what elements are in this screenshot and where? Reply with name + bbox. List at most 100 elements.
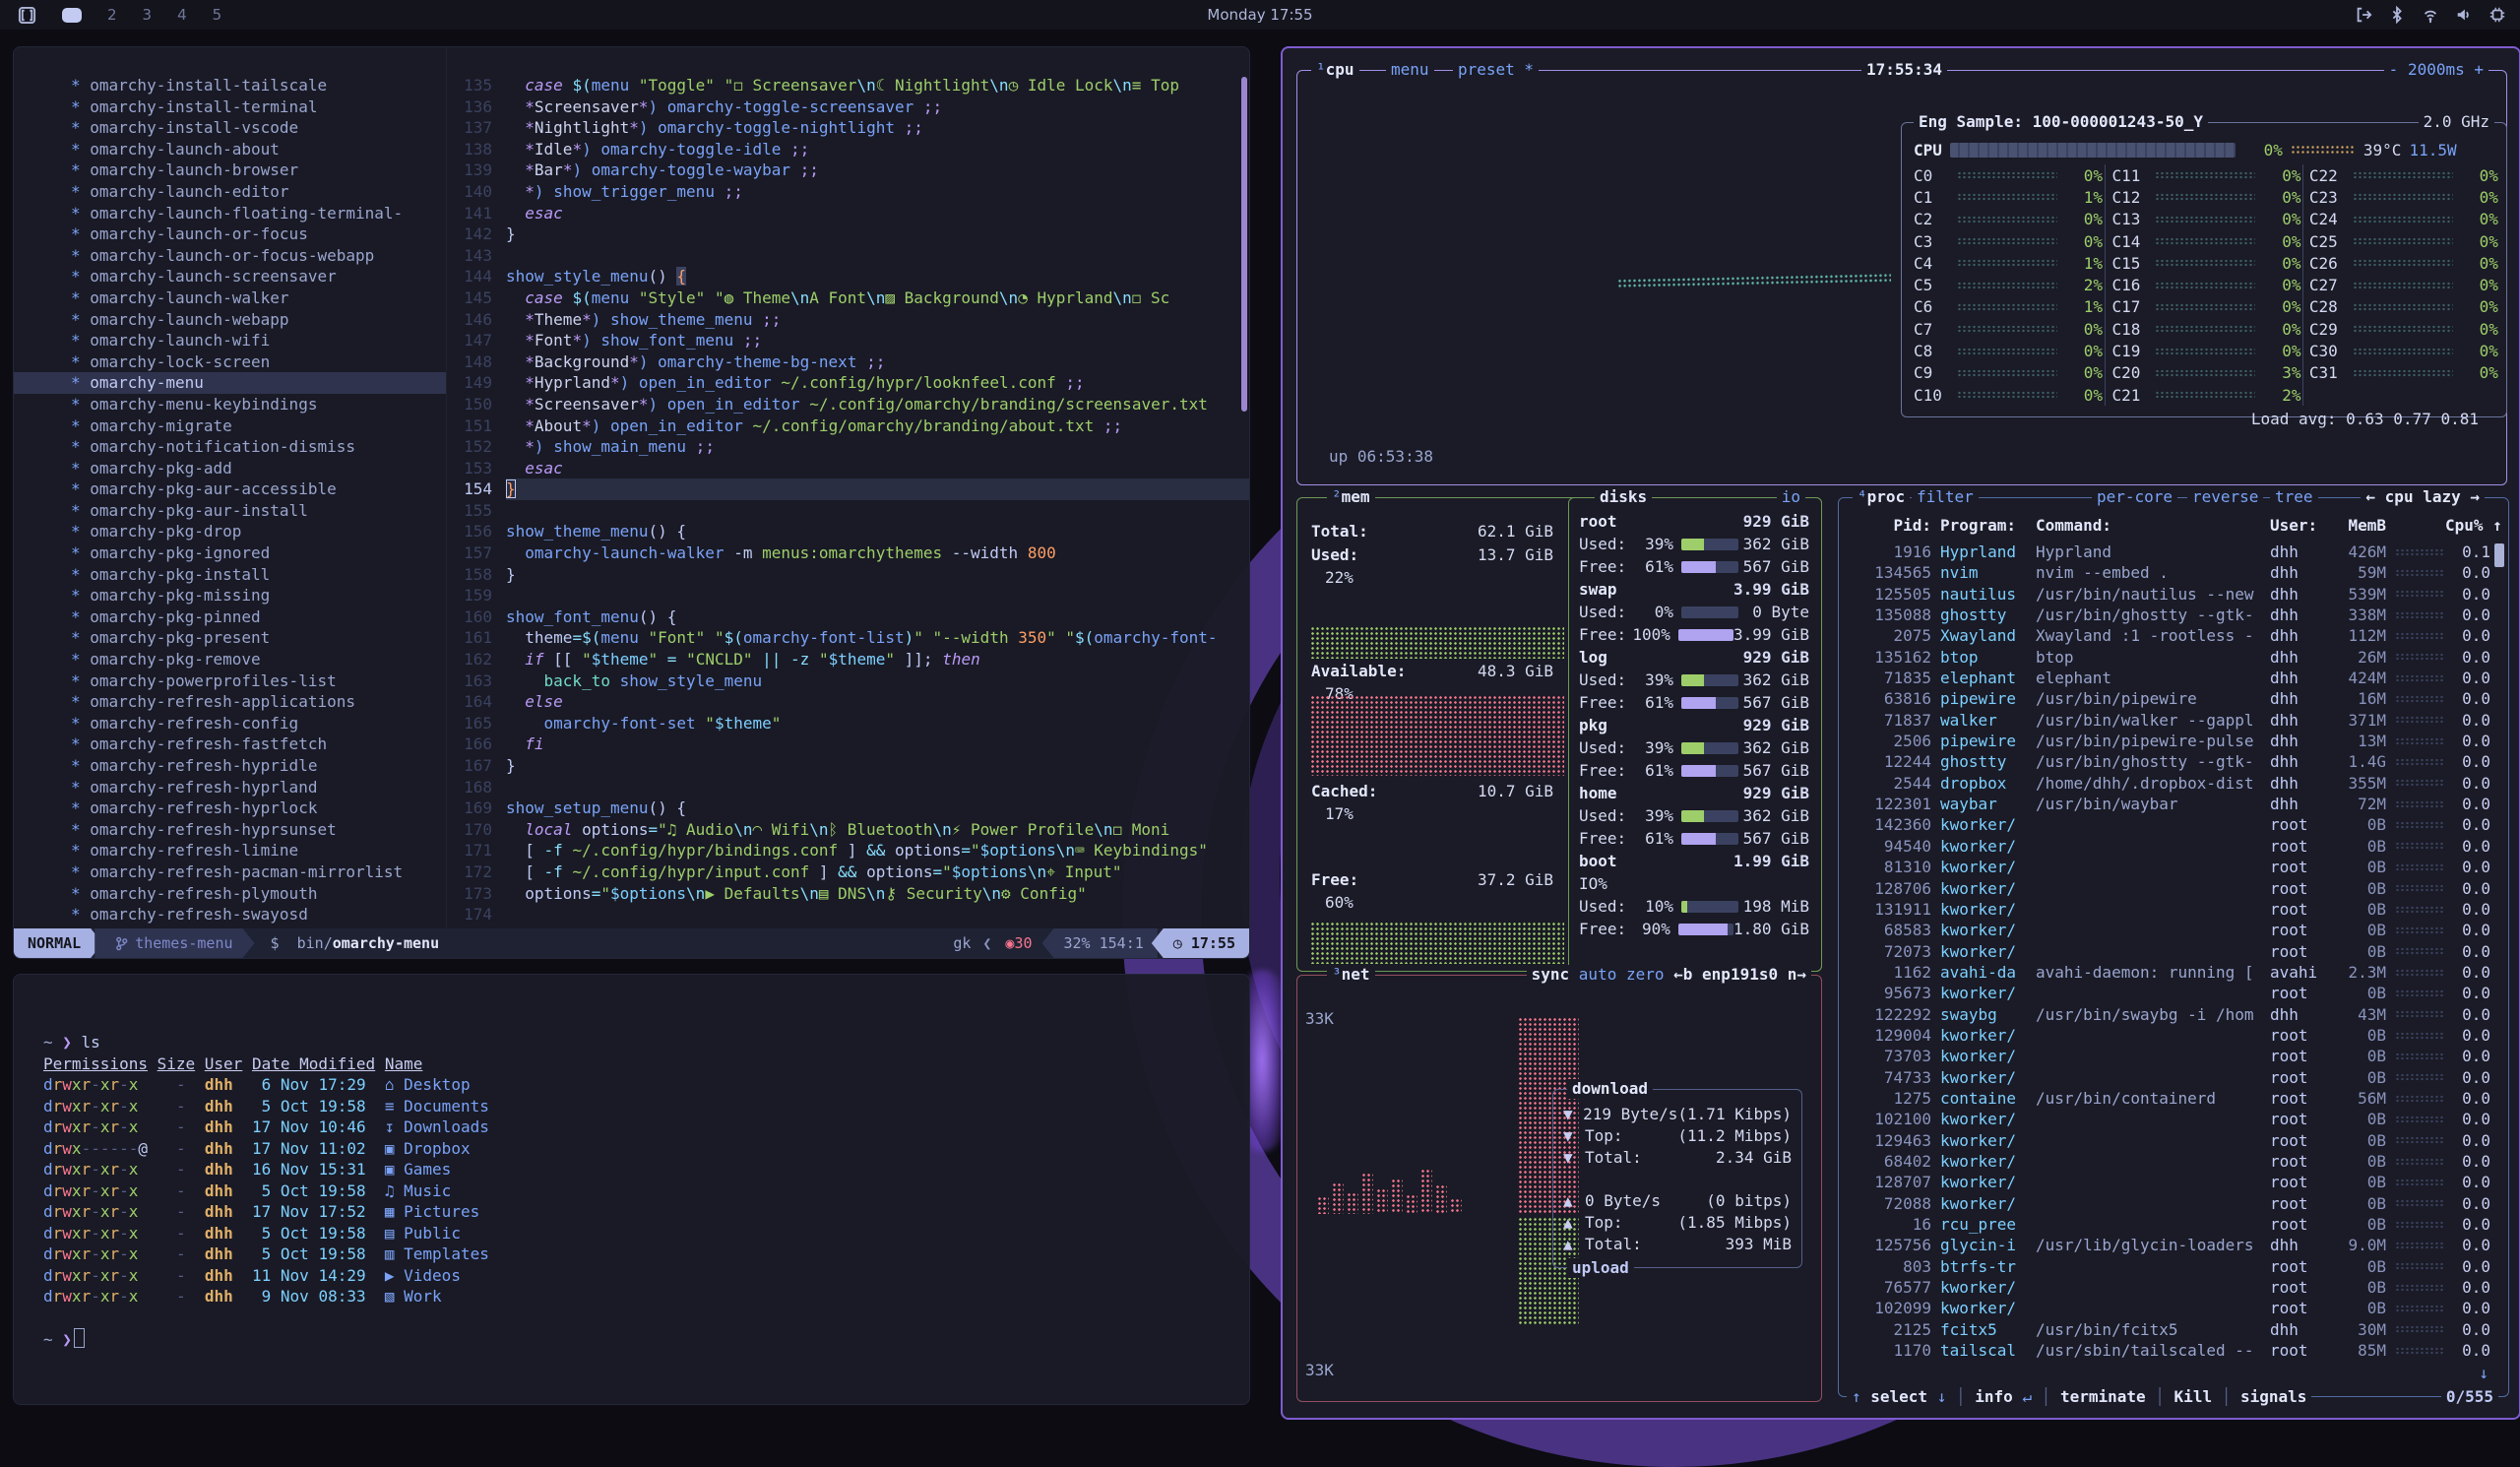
code-line[interactable]: 137 *Nightlight*) omarchy-toggle-nightli…: [447, 117, 1249, 139]
code-line[interactable]: 163 back_to show_style_menu: [447, 670, 1249, 692]
process-row[interactable]: 135162 btop btop dhh 26M 0.0: [1839, 647, 2494, 668]
file-item[interactable]: * omarchy-refresh-hypridle: [14, 755, 446, 777]
file-item[interactable]: * omarchy-refresh-swayosd: [14, 904, 446, 925]
file-item[interactable]: * omarchy-refresh-limine: [14, 840, 446, 861]
ls-row[interactable]: drwxr-xr-x - dhh 5 Oct 19:58 ▤ Public: [43, 1223, 1249, 1244]
process-row[interactable]: 131911 kworker/ root 0B 0.0: [1839, 899, 2494, 920]
vim-scrollbar[interactable]: [1241, 77, 1247, 412]
process-row[interactable]: 81310 kworker/ root 0B 0.0: [1839, 857, 2494, 877]
process-row[interactable]: 95673 kworker/ root 0B 0.0: [1839, 983, 2494, 1003]
file-item[interactable]: * omarchy-pkg-aur-install: [14, 500, 446, 522]
code-line[interactable]: 174: [447, 904, 1249, 925]
code-line[interactable]: 170 local options="♫ Audio\n◠ Wifi\nᛒ Bl…: [447, 819, 1249, 841]
process-row[interactable]: 1162 avahi-da avahi-daemon: running [ av…: [1839, 962, 2494, 983]
process-row[interactable]: 2544 dropbox /home/dhh/.dropbox-dist dhh…: [1839, 773, 2494, 794]
process-row[interactable]: 142360 kworker/ root 0B 0.0: [1839, 814, 2494, 835]
code-line[interactable]: 149 *Hyprland*) open_in_editor ~/.config…: [447, 372, 1249, 394]
process-row[interactable]: 73703 kworker/ root 0B 0.0: [1839, 1046, 2494, 1066]
code-pane[interactable]: 135 case $(menu "Toggle" "◻ Screensaver\…: [447, 47, 1249, 928]
file-item[interactable]: * omarchy-launch-screensaver: [14, 266, 446, 287]
file-item[interactable]: * omarchy-launch-about: [14, 139, 446, 160]
code-line[interactable]: 150 *Screensaver*) open_in_editor ~/.con…: [447, 394, 1249, 415]
file-item[interactable]: * omarchy-pkg-present: [14, 627, 446, 649]
ls-row[interactable]: drwxr-xr-x - dhh 16 Nov 15:31 ▣ Games: [43, 1159, 1249, 1180]
process-row[interactable]: 63816 pipewire /usr/bin/pipewire dhh 16M…: [1839, 688, 2494, 709]
process-row[interactable]: 102100 kworker/ root 0B 0.0: [1839, 1109, 2494, 1129]
file-item[interactable]: * omarchy-pkg-ignored: [14, 542, 446, 564]
process-row[interactable]: 74733 kworker/ root 0B 0.0: [1839, 1067, 2494, 1088]
wifi-icon[interactable]: [2422, 6, 2439, 24]
code-line[interactable]: 144show_style_menu() {: [447, 266, 1249, 287]
bluetooth-icon[interactable]: [2388, 6, 2406, 24]
code-line[interactable]: 164 else: [447, 691, 1249, 713]
code-line[interactable]: 173 options="$options\n▶ Defaults\n▤ DNS…: [447, 883, 1249, 905]
code-line[interactable]: 145 case $(menu "Style" "◍ Theme\nA Font…: [447, 287, 1249, 309]
ls-row[interactable]: drwxr-xr-x - dhh 11 Nov 14:29 ▶ Videos: [43, 1265, 1249, 1287]
chip-icon[interactable]: [2488, 6, 2506, 24]
file-item[interactable]: * omarchy-pkg-drop: [14, 521, 446, 542]
code-line[interactable]: 159: [447, 585, 1249, 606]
ls-row[interactable]: drwxr-xr-x - dhh 17 Nov 10:46 ↧ Download…: [43, 1116, 1249, 1138]
file-item[interactable]: * omarchy-pkg-aur-accessible: [14, 478, 446, 500]
code-line[interactable]: 169show_setup_menu() {: [447, 797, 1249, 819]
code-line[interactable]: 140 *) show_trigger_menu ;;: [447, 181, 1249, 203]
ls-row[interactable]: drwxr-xr-x - dhh 9 Nov 08:33 ▧ Work: [43, 1286, 1249, 1308]
file-item[interactable]: * omarchy-launch-or-focus-webapp: [14, 245, 446, 267]
cpu-box-title[interactable]: ¹cpu: [1311, 60, 1359, 80]
ls-row[interactable]: drwxr-xr-x - dhh 5 Oct 19:58 ♫ Music: [43, 1180, 1249, 1202]
file-item[interactable]: * omarchy-menu: [14, 372, 446, 394]
process-row[interactable]: 2506 pipewire /usr/bin/pipewire-pulse dh…: [1839, 731, 2494, 751]
file-item[interactable]: * omarchy-launch-floating-terminal-: [14, 203, 446, 224]
process-row[interactable]: 71835 elephant elephant dhh 424M 0.0: [1839, 668, 2494, 688]
process-row[interactable]: 72088 kworker/ root 0B 0.0: [1839, 1193, 2494, 1214]
file-item[interactable]: * omarchy-refresh-plymouth: [14, 883, 446, 905]
process-row[interactable]: 134565 nvim nvim --embed . dhh 59M 0.0: [1839, 562, 2494, 583]
file-item[interactable]: * omarchy-install-terminal: [14, 96, 446, 118]
file-item[interactable]: * omarchy-refresh-hyprland: [14, 777, 446, 798]
code-line[interactable]: 167}: [447, 755, 1249, 777]
file-item[interactable]: * omarchy-lock-screen: [14, 351, 446, 373]
file-item[interactable]: * omarchy-install-vscode: [14, 117, 446, 139]
process-row[interactable]: 135088 ghostty /usr/bin/ghostty --gtk- d…: [1839, 605, 2494, 625]
ls-row[interactable]: drwxr-xr-x - dhh 17 Nov 17:52 ▦ Pictures: [43, 1201, 1249, 1223]
process-row[interactable]: 1916 Hyprland Hyprland dhh 426M 0.1: [1839, 542, 2494, 562]
process-row[interactable]: 12244 ghostty /usr/bin/ghostty --gtk- dh…: [1839, 751, 2494, 772]
net-controls[interactable]: sync auto zero ←b enp191s0 n→: [1527, 965, 1811, 985]
code-line[interactable]: 166 fi: [447, 734, 1249, 755]
code-line[interactable]: 154}: [447, 478, 1249, 500]
ls-row[interactable]: drwxr-xr-x - dhh 6 Nov 17:29 ⌂ Desktop: [43, 1074, 1249, 1096]
file-item[interactable]: * omarchy-notification-dismiss: [14, 436, 446, 458]
code-line[interactable]: 139 *Bar*) omarchy-toggle-waybar ;;: [447, 159, 1249, 181]
process-row[interactable]: 129004 kworker/ root 0B 0.0: [1839, 1025, 2494, 1046]
sort-selector[interactable]: ← cpu lazy →: [2361, 487, 2485, 507]
code-line[interactable]: 135 case $(menu "Toggle" "◻ Screensaver\…: [447, 75, 1249, 96]
process-row[interactable]: 122292 swaybg /usr/bin/swaybg -i /hom dh…: [1839, 1004, 2494, 1025]
file-item[interactable]: * omarchy-launch-browser: [14, 159, 446, 181]
code-line[interactable]: 171 [ -f ~/.config/hypr/bindings.conf ] …: [447, 840, 1249, 861]
file-item[interactable]: * omarchy-powerprofiles-list: [14, 670, 446, 692]
process-row[interactable]: 125756 glycin-i /usr/lib/glycin-loaders …: [1839, 1235, 2494, 1255]
file-item[interactable]: * omarchy-refresh-pacman-mirrorlist: [14, 861, 446, 883]
file-item[interactable]: * omarchy-pkg-missing: [14, 585, 446, 606]
process-row[interactable]: 94540 kworker/ root 0B 0.0: [1839, 836, 2494, 857]
code-line[interactable]: 151 *About*) open_in_editor ~/.config/om…: [447, 415, 1249, 437]
file-item[interactable]: * omarchy-menu-keybindings: [14, 394, 446, 415]
process-row[interactable]: 125505 nautilus /usr/bin/nautilus --new …: [1839, 584, 2494, 605]
file-item[interactable]: * omarchy-refresh-config: [14, 713, 446, 734]
file-item[interactable]: * omarchy-refresh-hyprlock: [14, 797, 446, 819]
shell-prompt[interactable]: ~ ❯: [43, 1328, 1249, 1350]
scroll-down-arrow[interactable]: ↓: [2479, 1364, 2488, 1382]
proc-headers[interactable]: Pid:Program:Command:User:MemBCpu% ↑: [1839, 516, 2494, 535]
file-item[interactable]: * omarchy-pkg-remove: [14, 649, 446, 670]
code-line[interactable]: 162 if [[ "$theme" = "CNCLD" || -z "$the…: [447, 649, 1249, 670]
shell-terminal-window[interactable]: ~ ❯ lsPermissions Size User Date Modifie…: [13, 974, 1250, 1405]
code-line[interactable]: 168: [447, 777, 1249, 798]
code-line[interactable]: 146 *Theme*) show_theme_menu ;;: [447, 309, 1249, 331]
process-row[interactable]: 1170 tailscal /usr/sbin/tailscaled -- ro…: [1839, 1340, 2494, 1361]
code-line[interactable]: 157 omarchy-launch-walker -m menus:omarc…: [447, 542, 1249, 564]
process-row[interactable]: 129463 kworker/ root 0B 0.0: [1839, 1130, 2494, 1151]
process-row[interactable]: 16 rcu_pree root 0B 0.0: [1839, 1214, 2494, 1235]
process-row[interactable]: 2125 fcitx5 /usr/bin/fcitx5 dhh 30M 0.0: [1839, 1319, 2494, 1340]
code-line[interactable]: 138 *Idle*) omarchy-toggle-idle ;;: [447, 139, 1249, 160]
file-item[interactable]: * omarchy-refresh-applications: [14, 691, 446, 713]
